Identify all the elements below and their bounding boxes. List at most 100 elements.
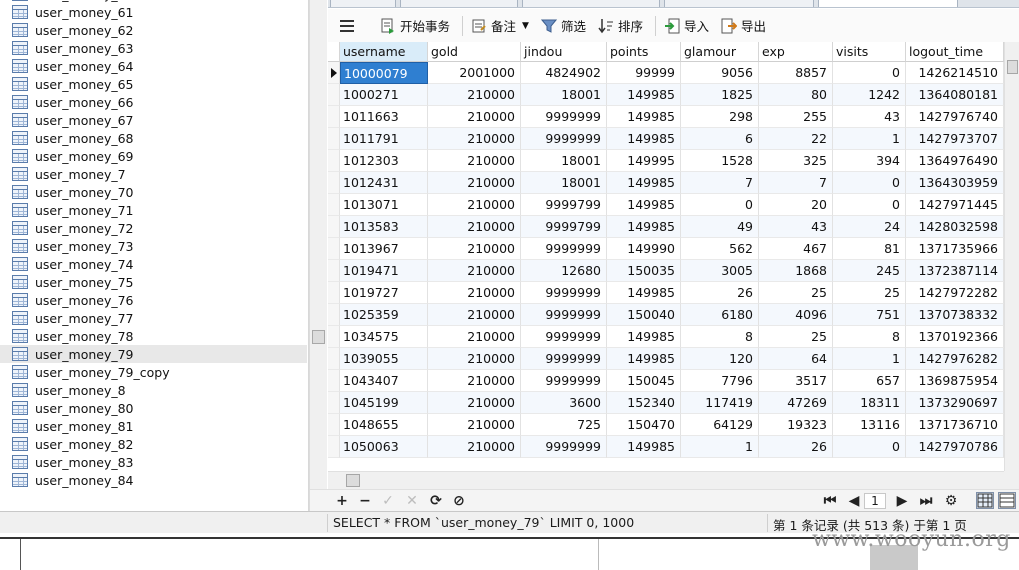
tab-query-3[interactable]	[664, 0, 814, 7]
table-cell[interactable]: 1427972282	[906, 282, 1004, 304]
table-cell[interactable]: 725	[521, 414, 607, 436]
table-cell[interactable]: 1825	[681, 84, 759, 106]
table-cell[interactable]: 99999	[607, 62, 681, 84]
tree-item-table[interactable]: user_money_79	[0, 345, 307, 363]
table-cell[interactable]: 210000	[428, 260, 521, 282]
row-gutter[interactable]	[328, 150, 340, 172]
table-cell[interactable]: 1034575	[340, 326, 428, 348]
table-cell[interactable]: 43	[833, 106, 906, 128]
tree-item-table[interactable]: user_money_64	[0, 57, 307, 75]
table-cell[interactable]: 1012303	[340, 150, 428, 172]
table-cell[interactable]: 1868	[759, 260, 833, 282]
table-cell[interactable]: 1011663	[340, 106, 428, 128]
tree-item-table[interactable]: user_money_61	[0, 3, 307, 21]
table-cell[interactable]: 8	[681, 326, 759, 348]
table-cell[interactable]: 0	[833, 172, 906, 194]
tree-item-table[interactable]: user_money_67	[0, 111, 307, 129]
row-gutter[interactable]	[328, 370, 340, 392]
row-gutter[interactable]	[328, 84, 340, 106]
table-cell[interactable]: 152340	[607, 392, 681, 414]
table-cell[interactable]: 1	[833, 128, 906, 150]
tree-item-table[interactable]: user_money_75	[0, 273, 307, 291]
table-row[interactable]: 1012431 210000 18001 149985 7 7 0 1364303959	[328, 172, 1004, 194]
table-cell[interactable]: 64	[759, 348, 833, 370]
table-cell[interactable]: 149985	[607, 436, 681, 458]
table-cell[interactable]: 149985	[607, 216, 681, 238]
table-cell[interactable]: 9999999	[521, 106, 607, 128]
export-button[interactable]: 导出	[717, 14, 770, 38]
discard-changes-icon[interactable]: ✕	[404, 493, 420, 509]
table-cell[interactable]: 149985	[607, 326, 681, 348]
tree-scrollbar[interactable]	[309, 0, 327, 511]
table-cell[interactable]: 47269	[759, 392, 833, 414]
tree-item-table[interactable]: user_money_70	[0, 183, 307, 201]
table-cell[interactable]: 1048655	[340, 414, 428, 436]
table-cell[interactable]: 150035	[607, 260, 681, 282]
table-cell[interactable]: 150040	[607, 304, 681, 326]
table-row[interactable]: 1011791 210000 9999999 149985 6 22 1 1427973707	[328, 128, 1004, 150]
tab-query-2[interactable]	[522, 0, 660, 7]
table-cell[interactable]: 25	[833, 282, 906, 304]
tree-item-table[interactable]: user_money_82	[0, 435, 307, 453]
table-cell[interactable]: 1371736710	[906, 414, 1004, 436]
table-cell[interactable]: 467	[759, 238, 833, 260]
column-header-visits[interactable]: visits	[833, 42, 906, 62]
table-cell[interactable]: 10000079	[340, 62, 428, 84]
table-cell[interactable]: 298	[681, 106, 759, 128]
tree-item-table[interactable]: user_money_80	[0, 399, 307, 417]
gear-icon[interactable]: ⚙	[943, 493, 959, 509]
table-cell[interactable]: 1427971445	[906, 194, 1004, 216]
next-page-icon[interactable]: ▶	[894, 493, 910, 509]
tree-item-table[interactable]: user_money_73	[0, 237, 307, 255]
tree-item-table[interactable]: user_money_78	[0, 327, 307, 345]
table-cell[interactable]: 1013967	[340, 238, 428, 260]
table-cell[interactable]: 117419	[681, 392, 759, 414]
column-header-exp[interactable]: exp	[759, 42, 833, 62]
prev-page-icon[interactable]: ◀	[846, 493, 862, 509]
tree-item-table[interactable]: user_money_68	[0, 129, 307, 147]
table-row[interactable]: 1019727 210000 9999999 149985 26 25 25 14279722…	[328, 282, 1004, 304]
table-cell[interactable]: 22	[759, 128, 833, 150]
tab-user-money-79[interactable]	[818, 0, 958, 7]
table-cell[interactable]: 210000	[428, 436, 521, 458]
row-gutter[interactable]	[328, 326, 340, 348]
table-cell[interactable]: 149990	[607, 238, 681, 260]
table-cell[interactable]: 149985	[607, 128, 681, 150]
table-cell[interactable]: 7796	[681, 370, 759, 392]
page-number-field[interactable]: 1	[864, 493, 886, 509]
table-cell[interactable]: 149985	[607, 84, 681, 106]
table-cell[interactable]: 1011791	[340, 128, 428, 150]
table-cell[interactable]: 9999999	[521, 304, 607, 326]
table-cell[interactable]: 1364080181	[906, 84, 1004, 106]
row-gutter[interactable]	[328, 414, 340, 436]
tree-item-table[interactable]: user_money_84	[0, 471, 307, 489]
column-header-glamour[interactable]: glamour	[681, 42, 759, 62]
table-cell[interactable]: 210000	[428, 128, 521, 150]
table-cell[interactable]: 80	[759, 84, 833, 106]
table-cell[interactable]: 325	[759, 150, 833, 172]
table-cell[interactable]: 210000	[428, 304, 521, 326]
table-cell[interactable]: 150470	[607, 414, 681, 436]
table-cell[interactable]: 2001000	[428, 62, 521, 84]
table-cell[interactable]: 18001	[521, 150, 607, 172]
column-header-username[interactable]: username	[340, 42, 428, 62]
table-cell[interactable]: 9999799	[521, 194, 607, 216]
tab-query-1[interactable]	[400, 0, 518, 7]
column-header-points[interactable]: points	[607, 42, 681, 62]
tree-item-table[interactable]: user_money_83	[0, 453, 307, 471]
table-cell[interactable]: 9056	[681, 62, 759, 84]
table-cell[interactable]: 7	[759, 172, 833, 194]
row-gutter[interactable]	[328, 62, 340, 84]
delete-record-icon[interactable]: −	[357, 493, 373, 509]
table-cell[interactable]: 9999999	[521, 348, 607, 370]
memo-button[interactable]: 备注 ▼	[467, 14, 533, 38]
table-row[interactable]: 1025359 210000 9999999 150040 6180 4096 751 137…	[328, 304, 1004, 326]
chevron-down-icon[interactable]: ▼	[522, 21, 529, 31]
table-cell[interactable]: 1	[833, 348, 906, 370]
table-cell[interactable]: 20	[759, 194, 833, 216]
table-cell[interactable]: 1369875954	[906, 370, 1004, 392]
tree-item-table[interactable]: user_money_62	[0, 21, 307, 39]
table-cell[interactable]: 1045199	[340, 392, 428, 414]
table-cell[interactable]: 255	[759, 106, 833, 128]
table-row[interactable]: 10000079 2001000 4824902 99999 9056 8857 0 1426…	[328, 62, 1004, 84]
